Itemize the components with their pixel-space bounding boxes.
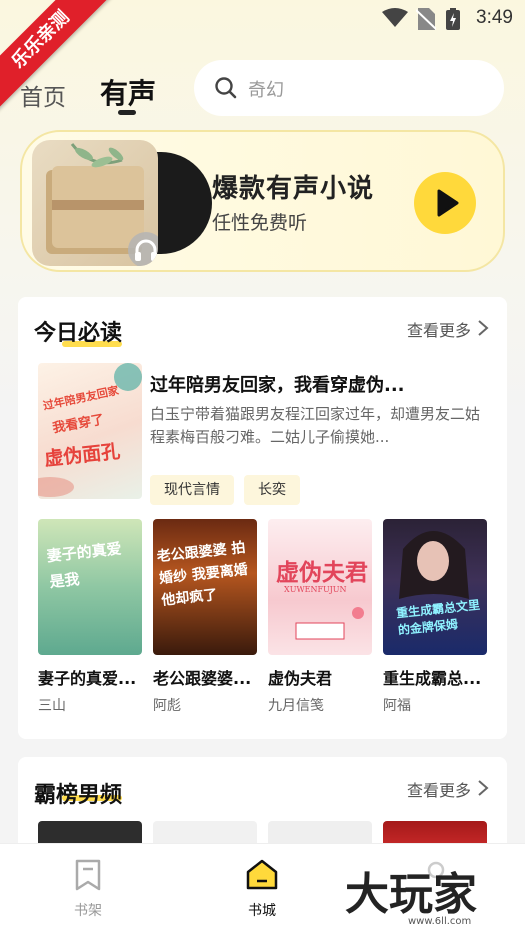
book-item[interactable]: 重生成霸总文里的金牌保姆 重生成霸总... 阿福 [383, 519, 487, 715]
clock: 3:49 [476, 7, 513, 28]
author-tag[interactable]: 长奕 [244, 475, 300, 505]
search-icon [215, 77, 237, 99]
featured-book-cover[interactable]: 过年陪男友回家 我看穿了 虚伪面孔 [38, 363, 142, 499]
watermark-logo: 大玩家 [345, 869, 477, 920]
featured-book-title[interactable]: 过年陪男友回家，我看穿虚伪... [150, 371, 490, 397]
book-author: 阿福 [383, 698, 411, 714]
nav-bookstore[interactable]: 书城 [222, 858, 302, 920]
book-item[interactable]: 妻子的真爱是我 妻子的真爱... 三山 [38, 519, 142, 715]
active-tab-indicator [118, 110, 136, 115]
section-title: 霸榜男频 [34, 783, 123, 808]
see-more-link[interactable]: 查看更多 [407, 777, 471, 801]
book-title: 妻子的真爱... [38, 669, 137, 688]
chevron-right-icon[interactable] [477, 779, 489, 797]
banner-subtitle: 任性免费听 [212, 212, 308, 234]
genre-tag[interactable]: 现代言情 [150, 475, 234, 505]
cover-subtitle-art: XUWENFUJUN [284, 585, 347, 594]
daily-picks-card: 今日必读 查看更多 过年陪男友回家 我看穿了 虚伪面孔 过年陪男友回家，我看穿虚… [18, 297, 507, 739]
book-cover: 重生成霸总文里的金牌保姆 [383, 519, 487, 655]
book-cover: 老公跟婆婆 拍婚纱 我要离婚 他却疯了 [153, 519, 257, 655]
cover-flower-art [38, 363, 142, 497]
book-cover: 虚伪夫君 XUWENFUJUN [268, 519, 372, 655]
search-bar[interactable]: 奇幻 [194, 60, 504, 116]
nav-label: 书架 [74, 903, 102, 919]
cover-title-art: 虚伪夫君 [276, 559, 368, 586]
chevron-right-icon[interactable] [477, 319, 489, 337]
bookmark-icon [75, 859, 101, 891]
store-icon [246, 859, 278, 890]
watermark-url: www.6ll.com [408, 916, 472, 927]
battery-icon [446, 8, 460, 30]
book-cover: 妻子的真爱是我 [38, 519, 142, 655]
book-title: 重生成霸总... [383, 669, 482, 688]
book-title: 老公跟婆婆... [153, 669, 252, 688]
search-placeholder: 奇幻 [248, 80, 284, 101]
cover-title-art: 老公跟婆婆 拍婚纱 我要离婚 他却疯了 [156, 539, 249, 609]
cover-title-art: 妻子的真爱是我 [45, 539, 123, 592]
play-icon [437, 189, 459, 217]
headphones-icon [128, 232, 158, 266]
banner-title: 爆款有声小说 [212, 174, 375, 204]
book-author: 九月信笺 [268, 698, 324, 714]
book-author: 阿彪 [153, 698, 181, 714]
wifi-icon [382, 8, 408, 27]
nav-label: 书城 [248, 903, 276, 919]
nav-bookshelf[interactable]: 书架 [48, 858, 128, 920]
tab-audio[interactable]: 有声 [100, 72, 156, 112]
notebook-illustration [32, 140, 158, 266]
tab-home[interactable]: 首页 [20, 78, 66, 112]
cover-illustration [295, 607, 364, 640]
audio-novel-banner[interactable]: 爆款有声小说 任性免费听 [20, 130, 505, 272]
section-title: 今日必读 [34, 321, 123, 346]
book-title: 虚伪夫君 [268, 669, 333, 688]
book-item[interactable]: 老公跟婆婆 拍婚纱 我要离婚 他却疯了 老公跟婆婆... 阿彪 [153, 519, 257, 715]
book-item[interactable]: 虚伪夫君 XUWENFUJUN 虚伪夫君 九月信笺 [268, 519, 372, 715]
featured-book-description: 白玉宁带着猫跟男友程江回家过年，却遭男友二姑程素梅百般刁难。二姑儿子偷摸她... [150, 405, 481, 446]
play-button[interactable] [414, 172, 476, 234]
no-sim-icon [416, 8, 436, 30]
book-author: 三山 [38, 698, 66, 714]
see-more-link[interactable]: 查看更多 [407, 317, 471, 341]
